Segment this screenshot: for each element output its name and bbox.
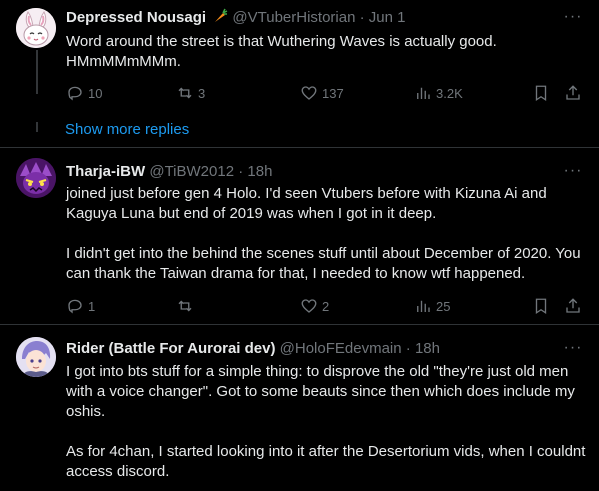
user-handle[interactable]: @VTuberHistorian <box>232 9 355 26</box>
views-icon <box>417 300 430 312</box>
post-header: Tharja-iBW @TiBW2012 · 18h <box>66 162 272 182</box>
reply-icon <box>68 299 82 314</box>
like-count: 2 <box>322 298 330 314</box>
post-time[interactable]: 18h <box>247 163 272 180</box>
separator-dot: · <box>238 163 244 180</box>
bookmark-button[interactable] <box>532 295 550 317</box>
avatar[interactable] <box>16 8 56 48</box>
display-name[interactable]: Rider (Battle For Aurorai dev) <box>66 340 275 357</box>
character-avatar-icon <box>16 337 56 377</box>
more-options-icon[interactable]: ··· <box>563 340 583 361</box>
reply-count: 1 <box>88 298 96 314</box>
post-time[interactable]: Jun 1 <box>369 9 406 26</box>
repost-button[interactable] <box>176 295 198 317</box>
views-button[interactable]: 25 <box>414 295 450 317</box>
reply-count: 10 <box>88 85 103 101</box>
view-count: 3.2K <box>436 85 463 101</box>
bookmark-button[interactable] <box>532 82 550 104</box>
bunny-avatar-icon <box>16 8 56 48</box>
action-bar: 1 2 25 <box>62 295 587 317</box>
reply-button[interactable]: 1 <box>66 295 95 317</box>
more-options-icon[interactable]: ··· <box>563 163 583 184</box>
post-text: joined just before gen 4 Holo. I'd seen … <box>66 184 586 284</box>
heart-icon <box>301 299 317 313</box>
display-name[interactable]: Depressed Nousagi <box>66 9 206 26</box>
display-name[interactable]: Tharja-iBW <box>66 163 145 180</box>
heart-icon <box>301 86 317 100</box>
separator-dot: · <box>359 9 365 26</box>
action-bar: 10 3 137 3.2K <box>62 82 587 104</box>
post-paragraph: As for 4chan, I started looking into it … <box>66 443 586 480</box>
user-handle[interactable]: @TiBW2012 <box>149 163 234 180</box>
views-button[interactable]: 3.2K <box>414 82 463 104</box>
post-3[interactable]: Rider (Battle For Aurorai dev) @HoloFEde… <box>0 325 599 491</box>
post-paragraph: Word around the street is that Wuthering… <box>66 33 497 70</box>
more-options-icon[interactable]: ··· <box>563 9 583 30</box>
post-header: Depressed Nousagi @VTuberHistorian · Jun… <box>66 8 405 28</box>
repost-icon <box>178 87 192 99</box>
post-1[interactable]: Depressed Nousagi @VTuberHistorian · Jun… <box>0 0 599 115</box>
share-icon <box>566 298 580 313</box>
reply-icon <box>68 86 82 101</box>
repost-icon <box>178 300 192 312</box>
post-paragraph: I didn't get into the behind the scenes … <box>66 245 581 282</box>
share-icon <box>566 85 580 100</box>
like-button[interactable]: 2 <box>300 295 329 317</box>
avatar[interactable] <box>16 337 56 377</box>
post-header: Rider (Battle For Aurorai dev) @HoloFEde… <box>66 339 440 359</box>
post-text: Word around the street is that Wuthering… <box>66 32 586 72</box>
like-count: 137 <box>322 85 344 101</box>
post-paragraph: I got into bts stuff for a simple thing:… <box>66 363 575 420</box>
share-button[interactable] <box>564 295 582 317</box>
views-icon <box>417 87 430 99</box>
like-button[interactable]: 137 <box>300 82 344 104</box>
repost-count: 3 <box>198 85 206 101</box>
separator-dot: · <box>405 340 411 357</box>
repost-button[interactable]: 3 <box>176 82 205 104</box>
reply-button[interactable]: 10 <box>66 82 102 104</box>
view-count: 25 <box>436 298 451 314</box>
thread-line <box>36 122 38 132</box>
post-text: I got into bts stuff for a simple thing:… <box>66 362 586 482</box>
user-handle[interactable]: @HoloFEdevmain <box>280 340 402 357</box>
bookmark-icon <box>535 85 547 102</box>
carrot-icon <box>215 8 228 22</box>
bookmark-icon <box>535 298 547 315</box>
avatar[interactable] <box>16 158 56 198</box>
share-button[interactable] <box>564 82 582 104</box>
post-2[interactable]: Tharja-iBW @TiBW2012 · 18h ··· joined ju… <box>0 148 599 324</box>
character-avatar-icon <box>16 158 56 198</box>
show-more-replies-link[interactable]: Show more replies <box>65 121 189 138</box>
post-paragraph: joined just before gen 4 Holo. I'd seen … <box>66 185 547 222</box>
post-time[interactable]: 18h <box>415 340 440 357</box>
